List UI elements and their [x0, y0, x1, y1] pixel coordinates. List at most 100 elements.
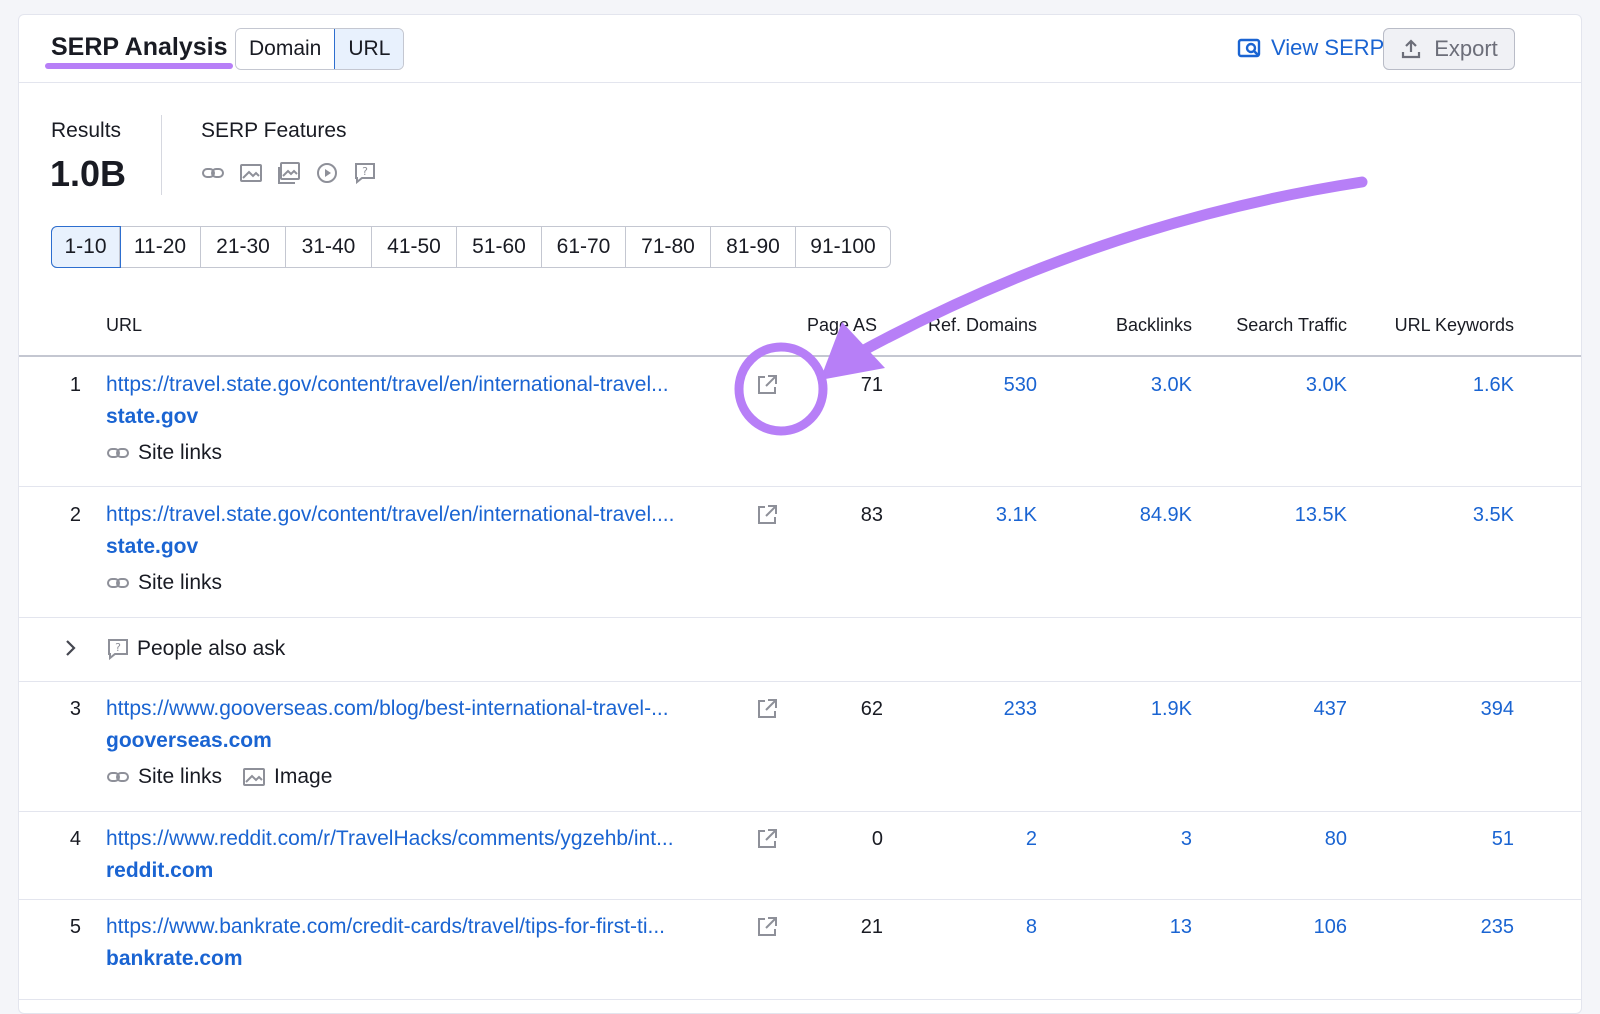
domain-url-toggle: Domain URL	[235, 28, 405, 70]
results-value: 1.0B	[50, 153, 127, 194]
result-url[interactable]: https://www.gooverseas.com/blog/best-int…	[106, 697, 756, 721]
export-button[interactable]: Export	[1383, 28, 1515, 70]
backlinks-value[interactable]: 3	[1069, 828, 1192, 851]
result-tags: Site links	[106, 571, 242, 595]
col-header-url[interactable]: URL	[106, 315, 142, 336]
question-icon[interactable]: ?	[353, 161, 377, 185]
result-url[interactable]: https://www.bankrate.com/credit-cards/tr…	[106, 915, 756, 939]
result-domain[interactable]: reddit.com	[106, 859, 213, 883]
ref-domains-value[interactable]: 8	[919, 916, 1037, 939]
tag-label: Site links	[138, 441, 223, 464]
export-label: Export	[1434, 36, 1498, 61]
page-41-50[interactable]: 41-50	[372, 227, 457, 267]
col-header-ref-domains[interactable]: Ref. Domains	[889, 315, 1037, 336]
external-link-icon[interactable]	[755, 827, 779, 851]
image-pack-icon[interactable]	[277, 161, 301, 185]
serp-features-icons: ?	[201, 161, 377, 185]
row-number: 4	[69, 828, 81, 850]
url-keywords-value[interactable]: 1.6K	[1379, 374, 1514, 397]
external-link-icon[interactable]	[755, 373, 779, 397]
col-header-page-as[interactable]: Page AS	[807, 315, 883, 336]
row-number: 5	[69, 916, 81, 938]
page-as-value: 71	[860, 374, 883, 396]
image-icon	[243, 768, 266, 786]
tag-site-links: Site links	[106, 571, 222, 595]
external-link-icon[interactable]	[755, 697, 779, 721]
backlinks-value[interactable]: 84.9K	[1069, 504, 1192, 527]
chevron-right-icon[interactable]	[63, 638, 79, 658]
search-traffic-value[interactable]: 437	[1219, 698, 1347, 721]
title-highlight	[45, 63, 233, 69]
search-traffic-value[interactable]: 106	[1219, 916, 1347, 939]
url-keywords-value[interactable]: 394	[1379, 698, 1514, 721]
question-icon: ?	[108, 639, 128, 661]
ref-domains-value[interactable]: 233	[919, 698, 1037, 721]
page-31-40[interactable]: 31-40	[286, 227, 372, 267]
result-url[interactable]: https://travel.state.gov/content/travel/…	[106, 373, 756, 397]
result-domain[interactable]: gooverseas.com	[106, 729, 272, 753]
link-icon[interactable]	[201, 161, 225, 185]
page-91-100[interactable]: 91-100	[796, 227, 890, 267]
people-also-ask-row[interactable]: ? People also ask	[19, 618, 1581, 682]
result-domain[interactable]: state.gov	[106, 535, 198, 559]
page-as-value: 21	[860, 916, 883, 938]
svg-text:?: ?	[115, 641, 121, 654]
result-url[interactable]: https://www.reddit.com/r/TravelHacks/com…	[106, 827, 756, 851]
result-domain[interactable]: state.gov	[106, 405, 198, 429]
table-row: 3 https://www.gooverseas.com/blog/best-i…	[19, 682, 1581, 812]
row-number: 1	[69, 374, 81, 396]
page-61-70[interactable]: 61-70	[542, 227, 626, 267]
page-11-20[interactable]: 11-20	[120, 227, 201, 267]
backlinks-value[interactable]: 3.0K	[1069, 374, 1192, 397]
page-title: SERP Analysis	[51, 33, 228, 61]
view-serp-link[interactable]: View SERP	[1237, 35, 1384, 61]
serp-analysis-card: SERP Analysis Domain URL View SERP Expor…	[18, 14, 1582, 1014]
backlinks-value[interactable]: 13	[1069, 916, 1192, 939]
tag-site-links: Site links	[106, 765, 222, 789]
external-link-icon[interactable]	[755, 915, 779, 939]
table-row: 2 https://travel.state.gov/content/trave…	[19, 487, 1581, 618]
page-as-value: 62	[860, 698, 883, 720]
url-keywords-value[interactable]: 235	[1379, 916, 1514, 939]
page-as-value: 83	[860, 504, 883, 526]
pagination: 1-10 11-20 21-30 31-40 41-50 51-60 61-70…	[51, 226, 891, 268]
tag-site-links: Site links	[106, 441, 222, 465]
tag-image: Image	[242, 765, 332, 789]
toggle-domain[interactable]: Domain	[236, 29, 336, 69]
external-link-icon[interactable]	[755, 503, 779, 527]
table-row: 4 https://www.reddit.com/r/TravelHacks/c…	[19, 812, 1581, 900]
result-domain[interactable]: bankrate.com	[106, 947, 243, 971]
col-header-search-traffic[interactable]: Search Traffic	[1199, 315, 1347, 336]
summary-divider	[161, 115, 162, 195]
row-number: 2	[69, 504, 81, 526]
search-traffic-value[interactable]: 3.0K	[1219, 374, 1347, 397]
search-traffic-value[interactable]: 13.5K	[1219, 504, 1347, 527]
upload-icon	[1402, 39, 1421, 59]
ref-domains-value[interactable]: 3.1K	[919, 504, 1037, 527]
page-as-value: 0	[871, 828, 883, 850]
svg-text:?: ?	[362, 165, 368, 178]
serp-view-icon	[1237, 38, 1261, 58]
ref-domains-value[interactable]: 2	[919, 828, 1037, 851]
backlinks-value[interactable]: 1.9K	[1069, 698, 1192, 721]
page-81-90[interactable]: 81-90	[711, 227, 796, 267]
col-header-backlinks[interactable]: Backlinks	[1049, 315, 1192, 336]
serp-features-label: SERP Features	[201, 119, 347, 142]
card-header: SERP Analysis Domain URL View SERP Expor…	[19, 15, 1581, 83]
page-51-60[interactable]: 51-60	[457, 227, 542, 267]
tag-label: Image	[274, 765, 333, 788]
url-keywords-value[interactable]: 51	[1379, 828, 1514, 851]
search-traffic-value[interactable]: 80	[1219, 828, 1347, 851]
col-header-url-keywords[interactable]: URL Keywords	[1359, 315, 1514, 336]
toggle-url[interactable]: URL	[334, 29, 404, 69]
url-keywords-value[interactable]: 3.5K	[1379, 504, 1514, 527]
image-icon[interactable]	[239, 161, 263, 185]
results-label: Results	[51, 119, 122, 142]
video-icon[interactable]	[315, 161, 339, 185]
page-71-80[interactable]: 71-80	[626, 227, 711, 267]
page-1-10[interactable]: 1-10	[51, 226, 121, 268]
result-url[interactable]: https://travel.state.gov/content/travel/…	[106, 503, 756, 527]
ref-domains-value[interactable]: 530	[919, 374, 1037, 397]
page-21-30[interactable]: 21-30	[201, 227, 286, 267]
table-row: 1 https://travel.state.gov/content/trave…	[19, 357, 1581, 487]
